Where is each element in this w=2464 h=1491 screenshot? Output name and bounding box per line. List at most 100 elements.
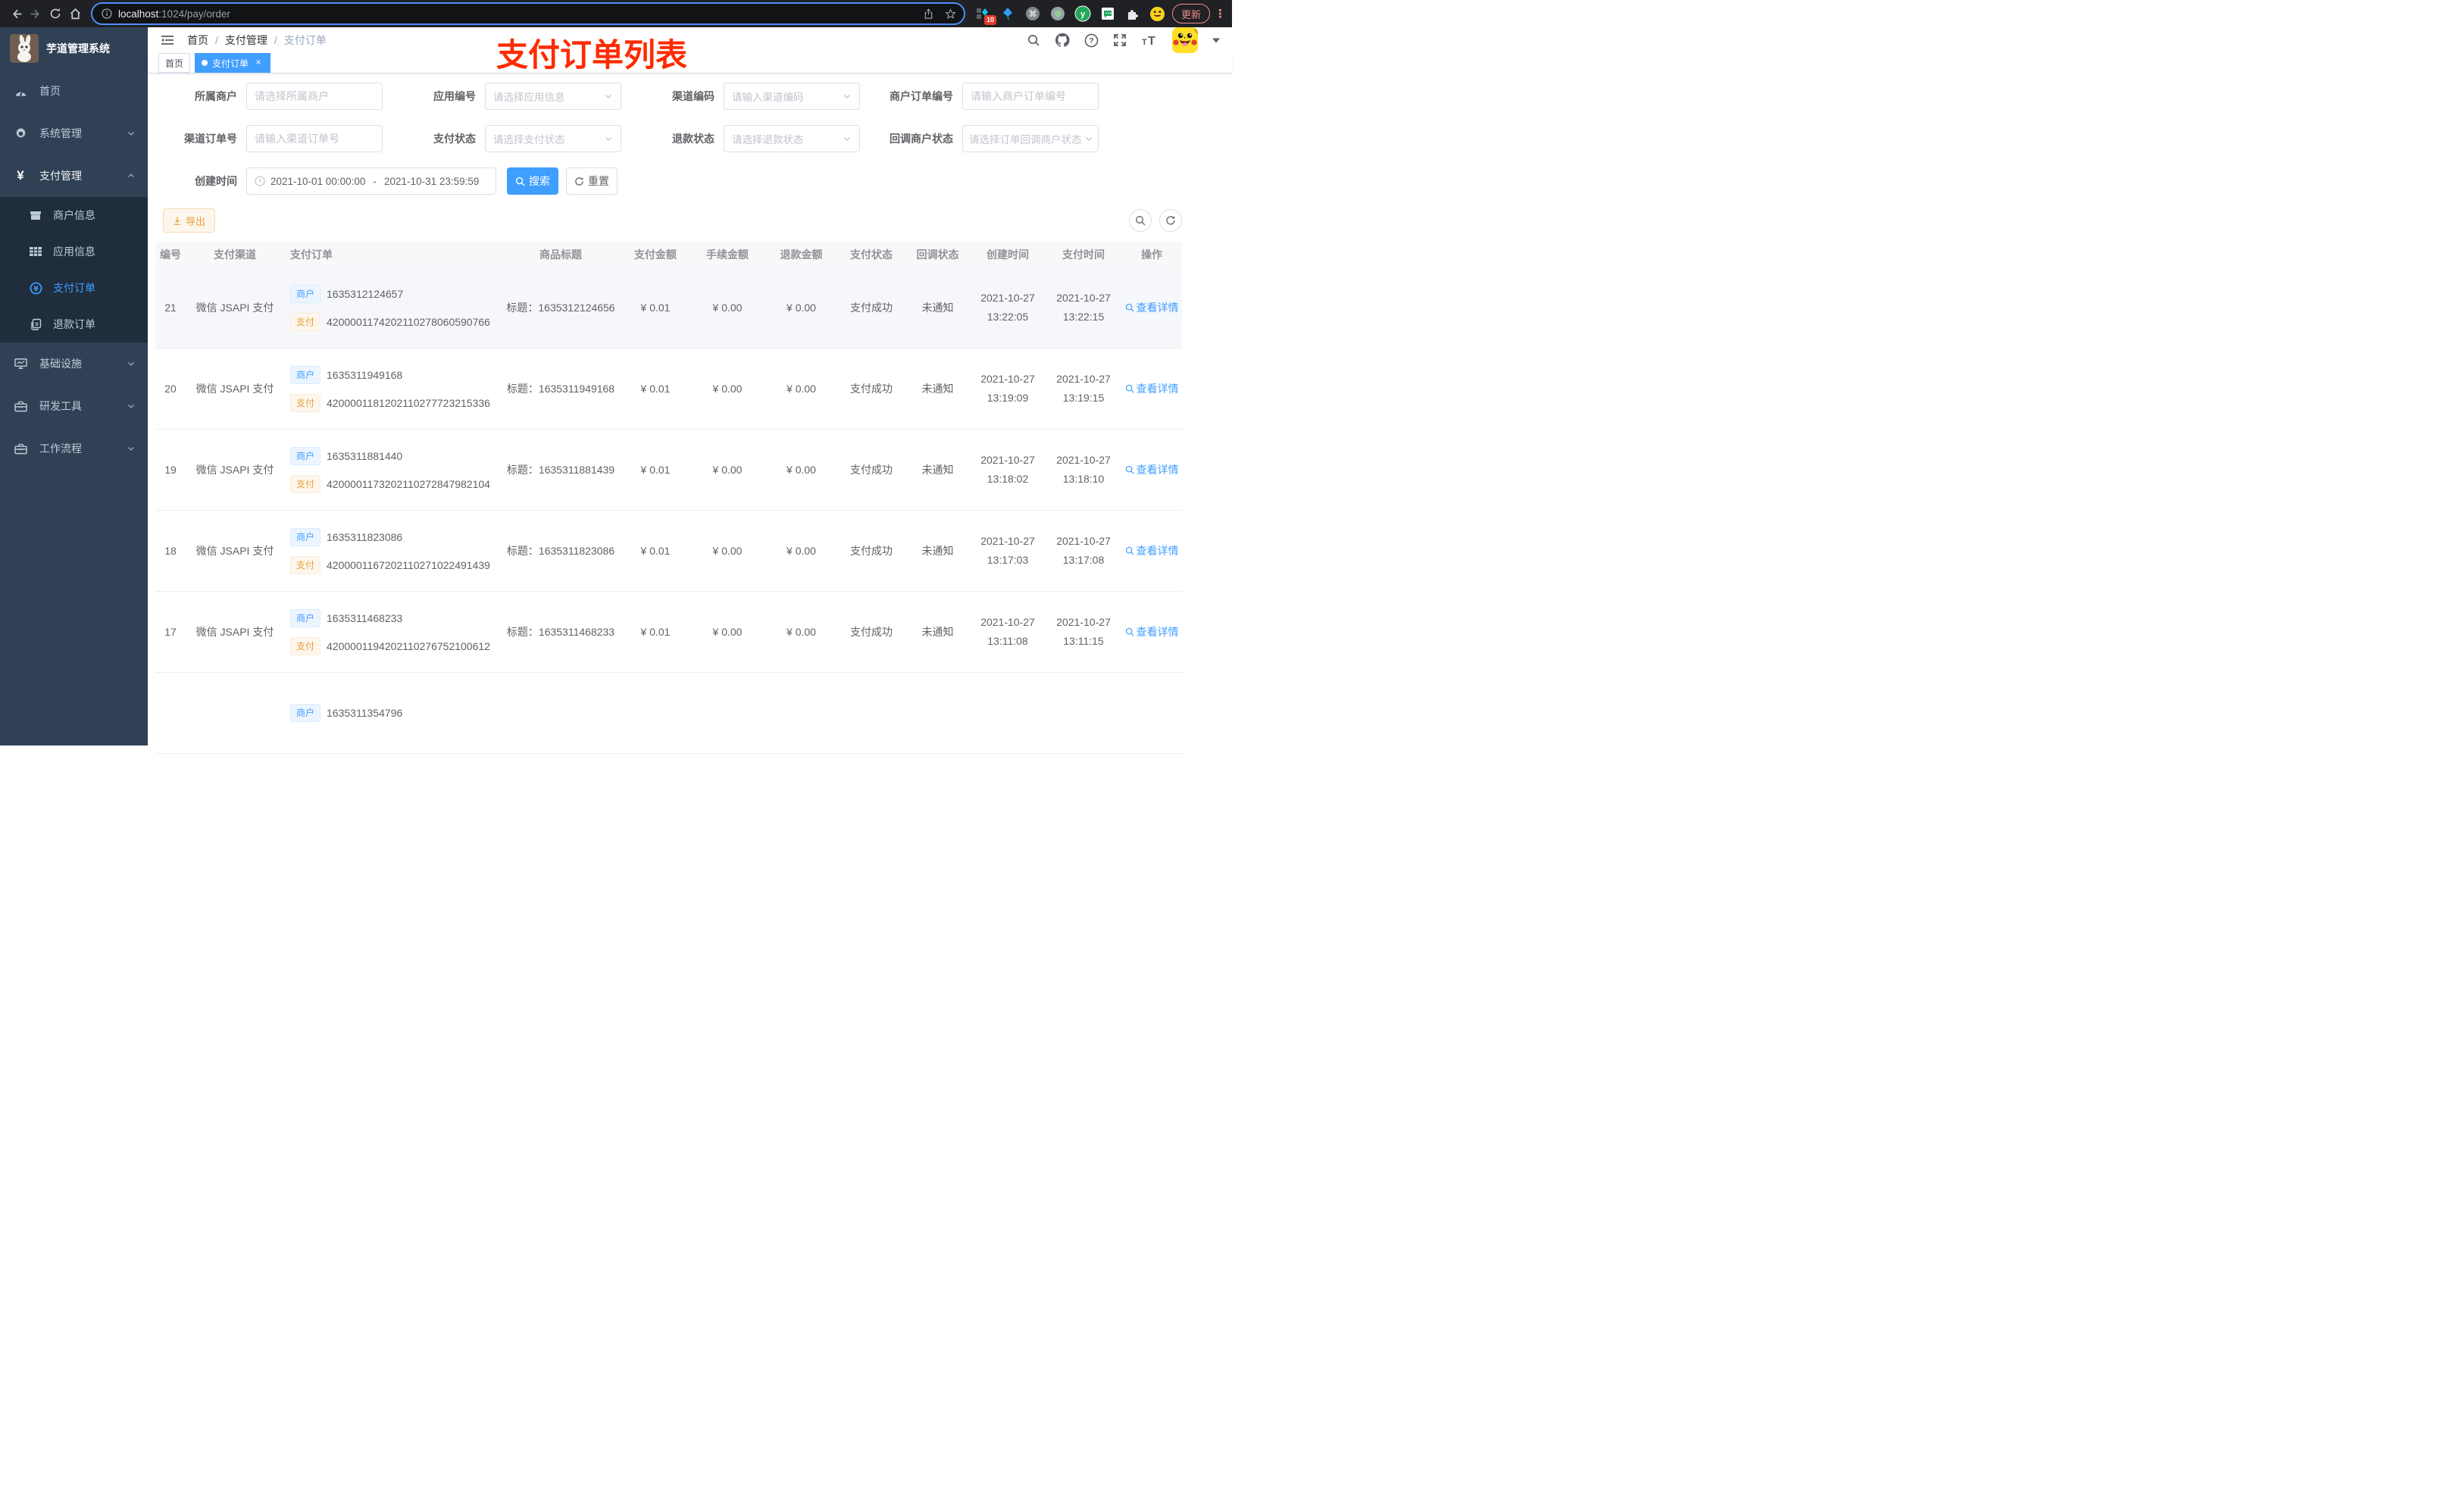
tag-home[interactable]: 首页 [158, 53, 191, 73]
chat-extension-icon[interactable] [1099, 5, 1116, 22]
table-row[interactable]: 商户 1635311354796 [155, 673, 1182, 754]
table-row[interactable]: 21 微信 JSAPI 支付 商户 1635312124657 支付 4200001… [155, 267, 1182, 349]
browser-menu-icon[interactable]: ⋮ [1215, 7, 1226, 20]
pay-tag: 支付 [290, 393, 321, 412]
url-text[interactable]: localhost:1024/pay/order [118, 8, 917, 20]
notify-status-select[interactable]: 请选择订单回调商户状态 [962, 125, 1099, 152]
sidebar-item-home[interactable]: 首页 [0, 70, 148, 112]
table-row[interactable]: 20 微信 JSAPI 支付 商户 1635311949168 支付 4200001… [155, 349, 1182, 430]
help-icon[interactable]: ? [1084, 33, 1099, 48]
breadcrumb-home[interactable]: 首页 [187, 33, 208, 48]
table-row[interactable]: 17 微信 JSAPI 支付 商户 1635311468233 支付 4200001… [155, 592, 1182, 673]
cell-action: 查看详情 [1121, 624, 1182, 639]
view-detail-link[interactable]: 查看详情 [1125, 300, 1179, 315]
cell-fee: ¥ 0.00 [712, 464, 743, 476]
app-no-select[interactable]: 请选择应用信息 [485, 83, 621, 110]
cell-order: 商户 1635311949168 支付 4200001181202110277723… [284, 365, 500, 412]
emoji-profile-icon[interactable] [1149, 5, 1166, 22]
sidebar-item-refund-order[interactable]: 退款订单 [0, 306, 148, 342]
merchant-order-no: 1635311881440 [327, 449, 403, 462]
fullscreen-icon[interactable] [1113, 33, 1127, 47]
date-to[interactable]: 2021-10-31 23:59:59 [384, 176, 479, 187]
refund-status-select[interactable]: 请选择退款状态 [724, 125, 860, 152]
view-detail-link[interactable]: 查看详情 [1125, 543, 1179, 558]
forward-icon[interactable] [26, 4, 45, 23]
vue-extension-icon[interactable]: y [1074, 5, 1091, 22]
cell-action: 查看详情 [1121, 300, 1182, 315]
site-info-icon[interactable] [102, 8, 112, 19]
cell-refund: ¥ 0.00 [786, 383, 816, 395]
export-button[interactable]: 导出 [163, 208, 216, 233]
breadcrumb: 首页 / 支付管理 / 支付订单 [187, 33, 327, 48]
cell-title: 标题：1635311468233 [506, 626, 615, 638]
reload-icon[interactable] [45, 4, 65, 23]
channel-order-no-field[interactable] [255, 133, 374, 145]
merchant-order-no-field[interactable] [971, 90, 1090, 102]
yen-icon: ¥ [17, 168, 24, 183]
cell-created: 2021-10-27 13:19:09 [980, 373, 1035, 404]
create-time-range-picker[interactable]: 2021-10-01 00:00:00 - 2021-10-31 23:59:5… [246, 167, 496, 195]
sidebar-item-workflow[interactable]: 工作流程 [0, 427, 148, 470]
caret-down-icon[interactable] [1212, 37, 1220, 43]
pay-status-select[interactable]: 请选择支付状态 [485, 125, 621, 152]
channel-code-select[interactable]: 请输入渠道编码 [724, 83, 860, 110]
table-row[interactable]: 18 微信 JSAPI 支付 商户 1635311823086 支付 4200001… [155, 511, 1182, 592]
table-row[interactable]: 19 微信 JSAPI 支付 商户 1635311881440 支付 4200001… [155, 430, 1182, 511]
url-bar[interactable]: localhost:1024/pay/order [91, 2, 965, 25]
tag-pay-order[interactable]: 支付订单 × [195, 53, 271, 73]
cell-notify: 未通知 [921, 464, 954, 476]
kite-extension-icon[interactable] [999, 5, 1016, 22]
annotation-title: 支付订单列表 [496, 37, 688, 73]
avatar[interactable] [1172, 27, 1198, 53]
font-size-icon[interactable]: TT [1141, 33, 1158, 47]
search-button[interactable]: 搜索 [507, 167, 558, 195]
reset-button[interactable]: 重置 [566, 167, 618, 195]
close-icon[interactable]: × [253, 58, 264, 68]
sidebar-item-infrastructure[interactable]: 基础设施 [0, 342, 148, 385]
merchant-order-no-input[interactable] [962, 83, 1099, 110]
view-detail-link[interactable]: 查看详情 [1125, 381, 1179, 396]
sidebar-item-devtools[interactable]: 研发工具 [0, 385, 148, 427]
view-detail-link[interactable]: 查看详情 [1125, 624, 1179, 639]
date-from[interactable]: 2021-10-01 00:00:00 [270, 176, 365, 187]
cell-fee: ¥ 0.00 [712, 545, 743, 557]
cell-paid: 2021-10-27 13:11:15 [1056, 616, 1111, 647]
breadcrumb-pay[interactable]: 支付管理 [225, 33, 267, 48]
channel-order-no-input[interactable] [246, 125, 383, 152]
github-icon[interactable] [1055, 33, 1070, 48]
cell-channel: 微信 JSAPI 支付 [195, 383, 274, 395]
bookmark-star-icon[interactable] [945, 8, 956, 20]
cell-title: 标题：1635312124656 [506, 302, 615, 314]
table-header: 编号 支付渠道 支付订单 商品标题 支付金额 手续金额 退款金额 支付状态 回调… [155, 242, 1182, 267]
devtools-extension-icon[interactable]: 10 [974, 5, 996, 25]
chevron-down-icon [843, 92, 852, 101]
cell-fee: ¥ 0.00 [712, 302, 743, 314]
cell-status: 支付成功 [850, 626, 893, 638]
app-logo-row[interactable]: 芋道管理系统 [0, 27, 148, 70]
cell-status: 支付成功 [850, 464, 893, 476]
hamburger-icon[interactable] [160, 33, 175, 48]
merchant-input[interactable] [246, 83, 383, 110]
sidebar-item-app-info[interactable]: 应用信息 [0, 233, 148, 270]
sidebar-item-merchant-info[interactable]: 商户信息 [0, 197, 148, 233]
cell-created: 2021-10-27 13:18:02 [980, 454, 1035, 485]
sidebar-item-pay-order[interactable]: ¥ 支付订单 [0, 270, 148, 306]
filter-refund-status: 退款状态 请选择退款状态 [639, 125, 877, 152]
view-detail-link[interactable]: 查看详情 [1125, 462, 1179, 477]
refresh-icon[interactable] [1159, 209, 1182, 232]
sidebar-item-pay[interactable]: ¥ 支付管理 [0, 155, 148, 197]
toggle-search-icon[interactable] [1129, 209, 1152, 232]
search-icon[interactable] [1027, 33, 1040, 47]
back-icon[interactable] [6, 4, 26, 23]
command-extension-icon[interactable]: ⌘ [1024, 5, 1041, 22]
sidebar-item-system[interactable]: 系统管理 [0, 112, 148, 155]
recorder-extension-icon[interactable] [1049, 5, 1066, 22]
extensions-puzzle-icon[interactable] [1124, 5, 1141, 22]
merchant-tag: 商户 [290, 527, 321, 546]
browser-update-button[interactable]: 更新 [1171, 4, 1210, 23]
home-icon[interactable] [65, 4, 85, 23]
pay-order-no: 4200001173202110272847982104 [327, 477, 490, 490]
share-icon[interactable] [923, 8, 934, 20]
merchant-input-field[interactable] [255, 90, 374, 102]
gear-icon [14, 127, 27, 140]
